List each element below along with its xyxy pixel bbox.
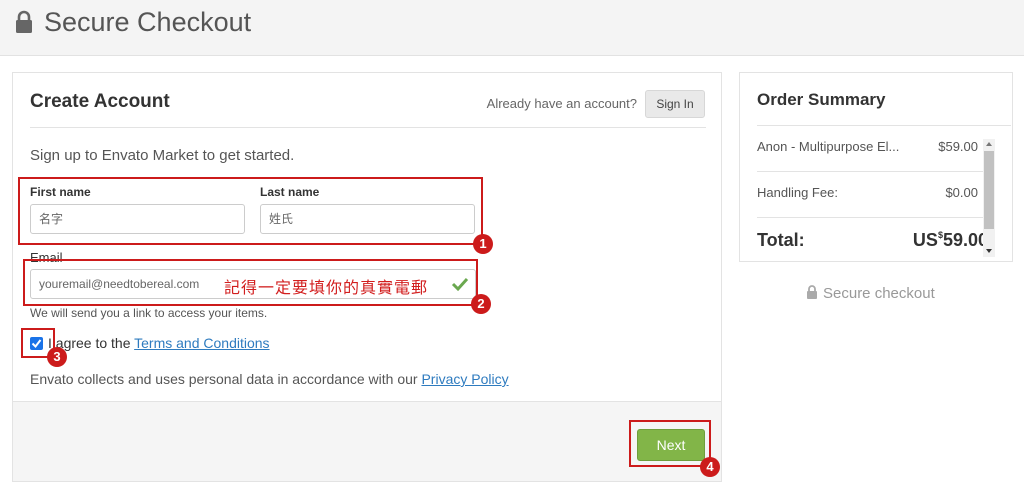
summary-item-value: $59.00 (938, 139, 978, 154)
annotation-number-2: 2 (471, 294, 491, 314)
summary-item-label: Anon - Multipurpose El... (757, 139, 900, 154)
card-title: Create Account (30, 91, 170, 112)
secure-note-text: Secure checkout (823, 285, 935, 302)
signin-prompt: Already have an account? (486, 96, 637, 111)
total-value: US$59.00 (913, 230, 988, 251)
scroll-thumb[interactable] (984, 151, 994, 229)
header-bar: Secure Checkout (0, 0, 1024, 56)
divider (30, 127, 706, 128)
lock-icon (16, 10, 32, 33)
terms-link[interactable]: Terms and Conditions (134, 335, 269, 351)
last-name-label: Last name (260, 185, 320, 199)
secure-checkout-note: Secure checkout (806, 285, 935, 302)
scroll-down-icon[interactable] (986, 249, 992, 253)
lock-icon (807, 285, 817, 299)
summary-scrollbar[interactable] (983, 139, 995, 257)
order-summary-card: Order Summary Anon - Multipurpose El... … (739, 72, 1013, 262)
summary-row-divider (757, 171, 995, 172)
email-label: Email (30, 250, 63, 265)
total-label: Total: (757, 230, 805, 250)
annotation-number-4: 4 (700, 457, 720, 477)
summary-divider (757, 125, 1011, 126)
handling-fee-value: $0.00 (945, 185, 978, 200)
email-value: youremail@needtobereal.com (39, 277, 200, 291)
agree-checkbox[interactable] (30, 337, 43, 350)
annotation-number-1: 1 (473, 234, 493, 254)
annotation-email-note: 記得一定要填你的真實電郵 (224, 278, 429, 297)
total-currency: US (912, 230, 938, 250)
sign-in-button[interactable]: Sign In (645, 90, 705, 118)
handling-fee-label: Handling Fee: (757, 185, 838, 200)
next-button[interactable]: Next (637, 429, 705, 461)
first-name-input[interactable]: 名字 (30, 204, 245, 234)
first-name-label: First name (30, 185, 91, 199)
form-footer (13, 401, 721, 481)
check-icon (31, 339, 42, 349)
privacy-policy-link[interactable]: Privacy Policy (421, 371, 508, 387)
email-help-text: We will send you a link to access your i… (30, 306, 268, 320)
last-name-input[interactable]: 姓氏 (260, 204, 475, 234)
total-amount: 59.00 (942, 230, 988, 250)
annotation-number-3: 3 (47, 347, 67, 367)
page-title: Secure Checkout (44, 7, 252, 37)
scroll-up-icon[interactable] (986, 142, 992, 146)
form-subtitle: Sign up to Envato Market to get started. (30, 147, 295, 164)
summary-title: Order Summary (757, 90, 886, 109)
privacy-prefix: Envato collects and uses personal data i… (30, 371, 422, 387)
checkmark-icon (451, 277, 469, 292)
summary-row-divider (757, 217, 995, 218)
agree-label: I agree to the Terms and Conditions (48, 335, 270, 351)
privacy-notice: Envato collects and uses personal data i… (30, 371, 509, 387)
